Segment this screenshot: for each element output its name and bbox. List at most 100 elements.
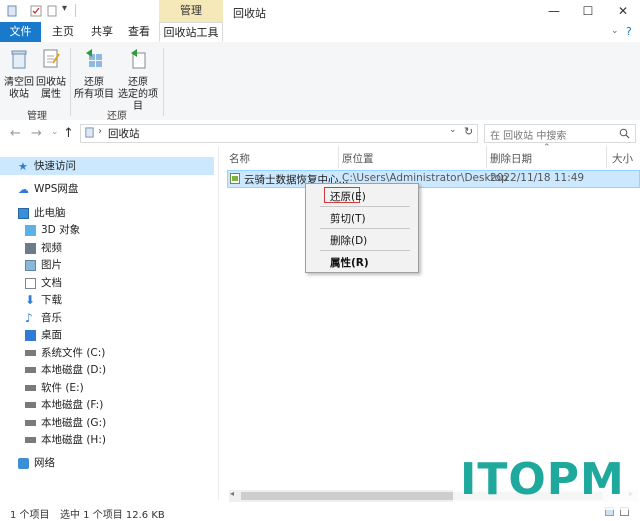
file-delete-date: 2022/11/18 11:49 [490,172,585,184]
column-header-size[interactable]: 大小 [612,151,633,166]
file-icon [230,173,240,184]
sidebar-item-label: 本地磁盘 (D:) [41,364,107,376]
recycle-bin-icon [85,127,94,138]
sidebar-item-documents[interactable]: 文档 [25,275,62,291]
menu-item-cut[interactable]: 剪切(T) [330,211,366,226]
refresh-icon[interactable]: ↻ [464,125,473,138]
restore-selected-icon [131,49,146,69]
back-arrow-icon[interactable]: ← [10,126,21,141]
drive-icon [25,385,36,391]
sort-indicator-icon: ⌃ [543,143,551,153]
properties-icon[interactable] [46,5,58,17]
sidebar-item-label: 快速访问 [34,160,76,172]
sidebar-item-label: 软件 (E:) [41,382,84,394]
column-header-date[interactable]: 删除日期 [490,151,532,166]
sidebar-item-drive-d[interactable]: 本地磁盘 (D:) [25,362,106,378]
column-divider[interactable] [606,146,607,168]
close-button[interactable]: ✕ [615,3,631,19]
restore-all-button[interactable]: 还原 所有项目 [74,48,114,101]
drive-icon [25,402,36,408]
empty-bin-label: 清空回 收站 [4,77,34,100]
status-item-count: 1 个项目 [10,510,50,521]
breadcrumb-chevron-icon: › [98,126,102,137]
minimize-button[interactable]: — [546,3,562,19]
drive-icon [25,437,36,443]
sidebar-item-this-pc[interactable]: 此电脑 [18,205,66,221]
drive-icon [25,350,36,356]
sidebar-item-quick-access[interactable]: ★ 快速访问 [18,158,76,174]
sidebar-item-3d-objects[interactable]: 3D 对象 [25,222,80,238]
network-icon [18,457,29,469]
sidebar-item-label: 系统文件 (C:) [41,347,106,359]
sidebar-item-drive-c[interactable]: 系统文件 (C:) [25,345,105,361]
recycle-bin-properties-button[interactable]: 回收站 属性 [36,48,66,101]
forward-arrow-icon[interactable]: → [31,126,42,141]
sidebar-item-downloads[interactable]: ⬇ 下载 [25,292,62,308]
empty-recycle-bin-button[interactable]: 清空回 收站 [4,48,34,101]
sidebar-item-wps-cloud[interactable]: ☁ WPS网盘 [18,181,78,197]
restore-all-icon [86,49,102,67]
context-tab-manage: 管理 [159,0,223,22]
up-arrow-icon[interactable]: ↑ [63,126,74,141]
menu-separator [320,250,410,251]
help-icon[interactable]: ? [626,25,632,38]
tab-home[interactable]: 主页 [44,22,82,42]
sidebar-item-label: 文档 [41,277,62,289]
menu-item-properties[interactable]: 属性(R) [330,255,369,270]
menu-item-delete[interactable]: 删除(D) [330,233,367,248]
column-header-location[interactable]: 原位置 [342,151,374,166]
sidebar-item-drive-e[interactable]: 软件 (E:) [25,380,84,396]
sidebar-item-label: 本地磁盘 (H:) [41,434,106,446]
cloud-icon: ☁ [18,182,29,196]
title-bar [0,0,640,22]
recent-locations-icon[interactable]: ⌄ [51,127,59,137]
sidebar-item-drive-h[interactable]: 本地磁盘 (H:) [25,432,106,448]
sidebar-item-drive-f[interactable]: 本地磁盘 (F:) [25,397,103,413]
column-header-name[interactable]: 名称 [229,151,250,166]
video-icon [25,242,36,254]
divider [75,4,76,17]
sidebar-item-desktop[interactable]: 桌面 [25,327,62,343]
column-divider[interactable] [338,146,339,168]
scroll-left-icon[interactable]: ◂ [230,489,234,498]
sidebar-item-label: 桌面 [41,329,62,341]
sidebar-item-label: 3D 对象 [41,224,81,236]
restore-selected-button[interactable]: 还原 选定的项目 [114,48,162,113]
properties-page-icon [43,49,60,68]
address-bar[interactable]: › 回收站 ⌄ ↻ [80,124,478,143]
cube-icon [25,224,36,236]
desktop-icon [25,329,36,341]
restore-all-label: 还原 所有项目 [74,77,114,100]
check-icon[interactable] [30,5,42,17]
drive-icon [25,367,36,373]
sidebar-item-music[interactable]: ♪ 音乐 [25,310,62,326]
sidebar-item-label: 本地磁盘 (F:) [41,399,104,411]
sidebar-item-label: 本地磁盘 (G:) [41,417,107,429]
maximize-button[interactable]: ☐ [580,3,596,19]
address-dropdown-icon[interactable]: ⌄ [449,125,457,135]
menu-item-restore[interactable]: 还原(E) [330,189,366,204]
search-placeholder: 在 回收站 中搜索 [490,131,567,142]
sidebar-item-pictures[interactable]: 图片 [25,257,62,273]
sidebar-item-videos[interactable]: 视频 [25,240,62,256]
picture-icon [25,259,36,271]
column-divider[interactable] [486,146,487,168]
recycle-bin-icon [7,5,17,17]
tab-share[interactable]: 共享 [83,22,121,42]
ribbon-group-divider [70,48,71,116]
drive-icon [25,420,36,426]
tab-file[interactable]: 文件 [0,22,41,42]
ribbon-collapse-icon[interactable]: ⌄ [611,26,619,36]
breadcrumb-recycle-bin[interactable]: 回收站 [108,126,140,141]
menu-separator [320,228,410,229]
search-icon [619,128,630,139]
sidebar-item-network[interactable]: 网络 [18,455,55,471]
search-input[interactable]: 在 回收站 中搜索 [484,124,636,143]
sidebar-item-drive-g[interactable]: 本地磁盘 (G:) [25,415,106,431]
music-icon: ♪ [25,310,33,325]
tab-view[interactable]: 查看 [120,22,158,42]
pane-splitter[interactable] [218,146,219,500]
tab-recycle-bin-tools[interactable]: 回收站工具 [159,22,223,42]
quick-access-dropdown-icon[interactable]: ▾ [62,3,67,14]
bin-properties-label: 回收站 属性 [36,77,66,100]
